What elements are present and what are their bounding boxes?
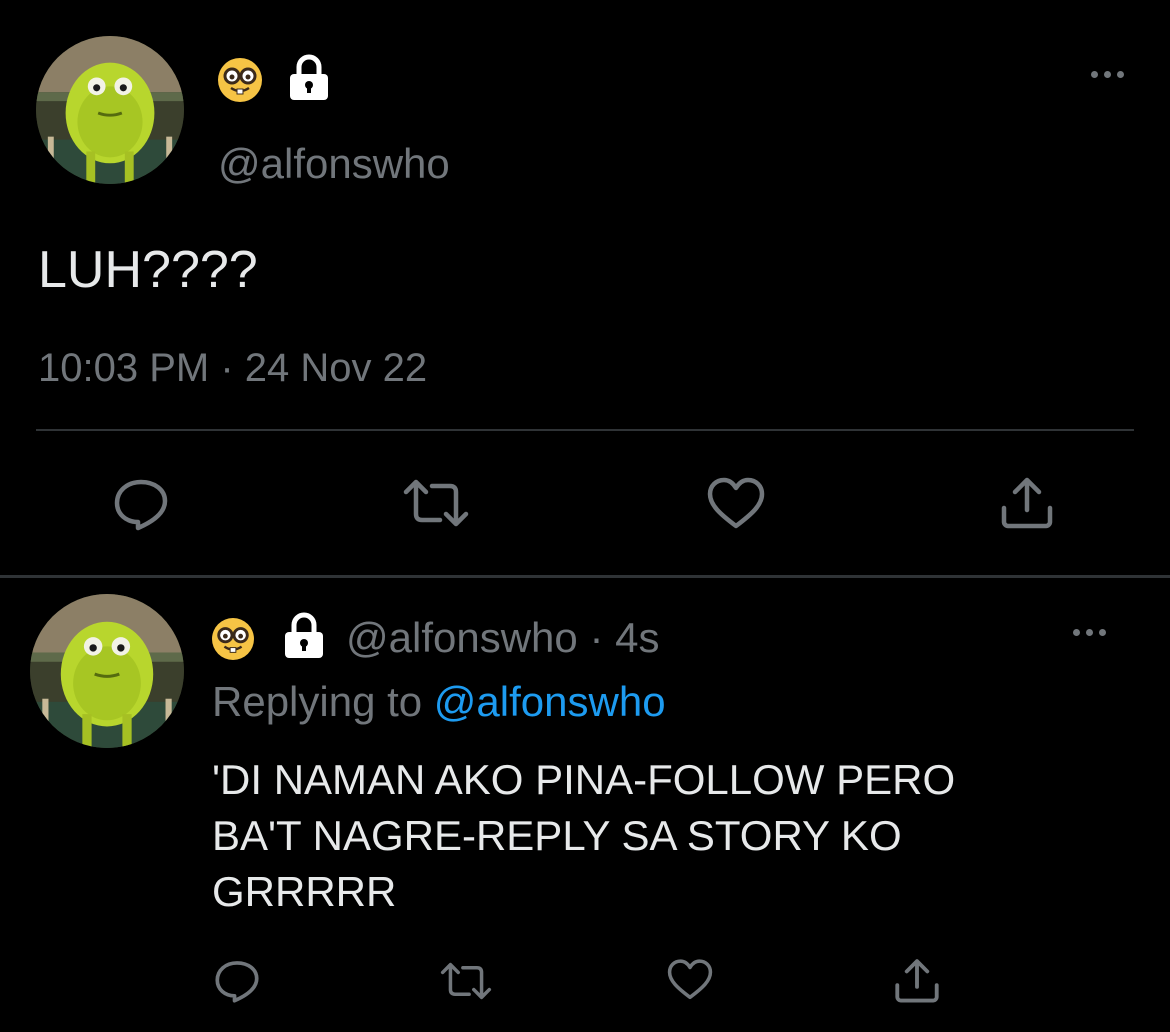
heart-icon[interactable] [664,958,716,1002]
share-icon[interactable] [998,474,1056,530]
author-handle[interactable]: @alfonswho [346,614,578,661]
reply-icon[interactable] [210,958,264,1004]
tweet-text: 'DI NAMAN AKO PINA-FOLLOW PERO BA'T NAGR… [212,752,1112,920]
author-handle[interactable]: @alfonswho [218,140,450,188]
tweet-date: 24 Nov 22 [244,346,428,390]
retweet-icon[interactable] [400,478,472,528]
meta-separator: · [220,346,234,390]
avatar[interactable] [30,594,184,748]
replying-to: Replying to @alfonswho [212,678,666,726]
divider [36,429,1134,431]
tweet-time: 10:03 PM [38,346,210,390]
meta-separator: · [589,614,604,661]
tweet-age[interactable]: 4s [615,614,659,661]
avatar[interactable] [36,36,184,184]
nerd-face-emoji [212,618,254,660]
avatar-image [30,594,184,748]
nerd-face-emoji [218,58,262,102]
reply-icon[interactable] [112,476,170,532]
avatar-image [36,36,184,184]
more-options-icon[interactable] [1070,626,1110,640]
replying-to-label: Replying to [212,678,423,725]
lock-icon [286,54,332,102]
tweet-text-line: BA'T NAGRE-REPLY SA STORY KO [212,812,902,859]
lock-icon [280,612,328,660]
retweet-icon[interactable] [438,960,494,1002]
tweet-text-line: GRRRRR [212,868,397,915]
tweet-text-line: 'DI NAMAN AKO PINA-FOLLOW PERO [212,756,956,803]
more-options-icon[interactable] [1088,68,1128,82]
share-icon[interactable] [892,956,942,1004]
tweet-timestamp[interactable]: 10:03 PM · 24 Nov 22 [38,344,427,392]
heart-icon[interactable] [706,476,766,532]
reply-header: @alfonswho · 4s [346,614,659,662]
divider [0,575,1170,578]
mention-link[interactable]: @alfonswho [434,678,666,725]
tweet-text: LUH???? [38,241,258,299]
